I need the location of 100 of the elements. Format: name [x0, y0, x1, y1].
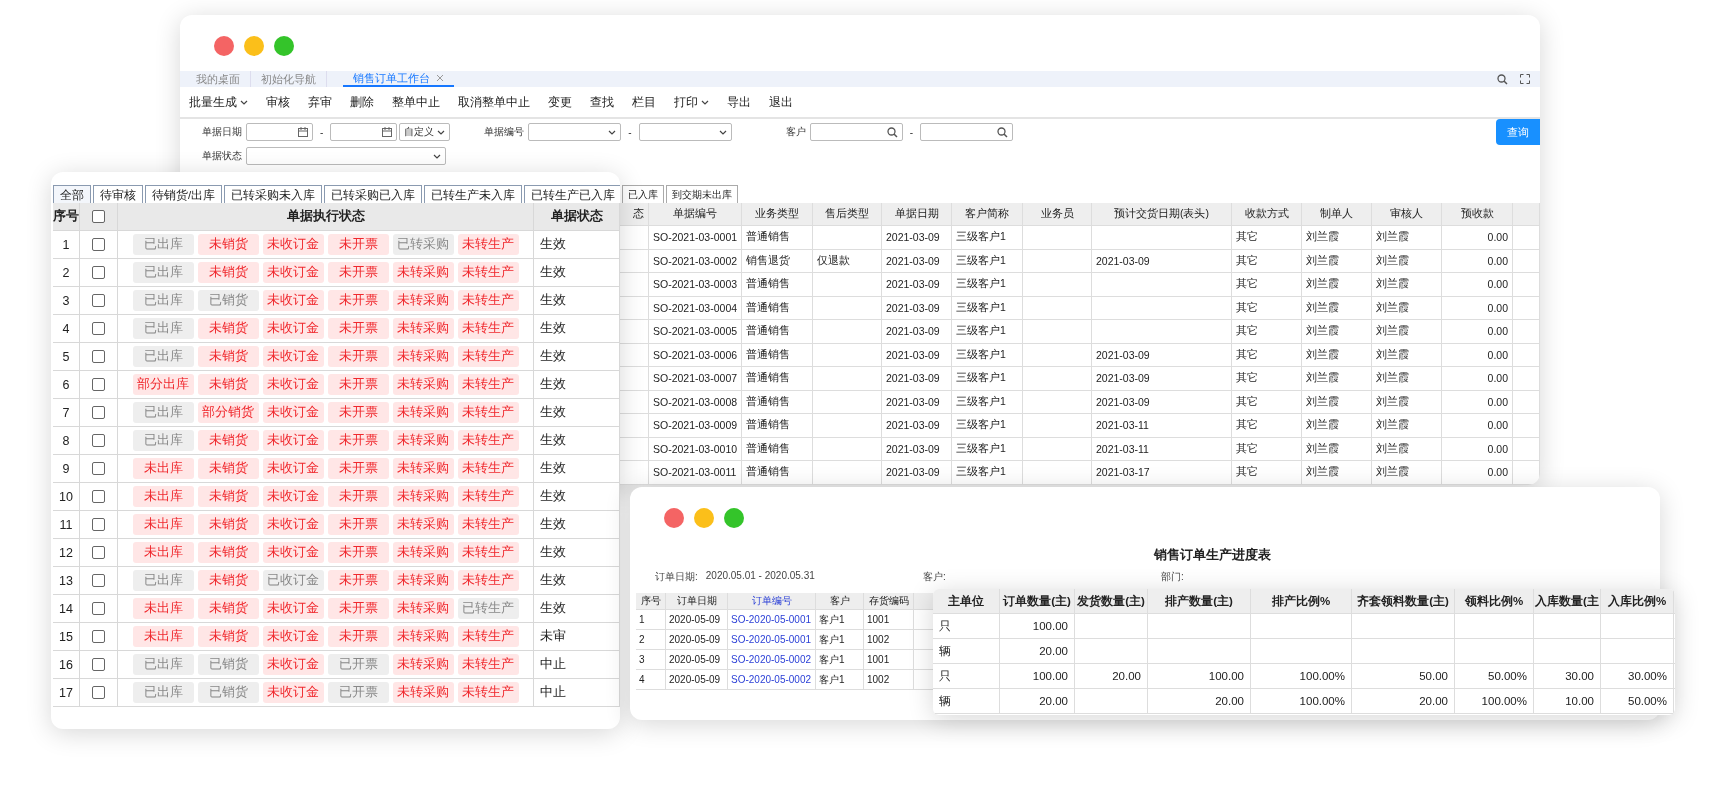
select-field[interactable]: 自定义 — [399, 123, 451, 141]
column-header: 入库数量(主 — [1534, 589, 1601, 614]
toolbar-button[interactable]: 查找 — [583, 91, 621, 113]
table-cell: 客户1 — [816, 670, 864, 690]
empty-cell — [1023, 367, 1092, 391]
checkbox[interactable] — [92, 434, 105, 447]
order-link[interactable]: SO-2020-05-0002 — [728, 670, 816, 690]
tab[interactable]: 销售订单工作台 — [343, 71, 454, 87]
status-tag: 未销货 — [197, 430, 259, 451]
status-tag: 未收订金 — [262, 290, 324, 311]
order-link[interactable]: SO-2020-05-0002 — [728, 650, 816, 670]
search-field[interactable] — [809, 123, 903, 141]
status-tag: 未销货 — [197, 514, 259, 535]
checkbox[interactable] — [92, 686, 105, 699]
toolbar-button[interactable]: 批量生成 — [182, 91, 255, 113]
checkbox[interactable] — [92, 378, 105, 391]
toolbar-button[interactable]: 变更 — [541, 91, 579, 113]
table-cell: 2021-03-09 — [882, 390, 952, 414]
order-link[interactable]: SO-2020-05-0001 — [728, 610, 816, 630]
empty-cell — [813, 343, 882, 367]
tab[interactable]: 已入库 — [622, 185, 664, 203]
window-control-dot[interactable] — [244, 36, 264, 56]
checkbox[interactable] — [92, 630, 105, 643]
tab[interactable]: 已转采购已入库 — [324, 185, 423, 203]
calendar-icon — [382, 127, 393, 137]
toolbar-button[interactable]: 退出 — [762, 91, 800, 113]
toolbar-button[interactable]: 取消整单中止 — [451, 91, 537, 113]
toolbar-button[interactable]: 审核 — [259, 91, 297, 113]
table-cell: 三级客户1 — [952, 367, 1023, 391]
window-control-dot[interactable] — [664, 508, 684, 528]
filter-label: 订单日期: — [655, 570, 698, 584]
table-cell: 刘兰霞 — [1372, 320, 1442, 344]
table-cell: 客户1 — [816, 650, 864, 670]
toolbar-button[interactable]: 整单中止 — [385, 91, 447, 113]
empty-cell — [1023, 414, 1092, 438]
tab[interactable]: 已转采购未入库 — [224, 185, 323, 203]
tab[interactable]: 已转生产已入库 — [524, 185, 620, 203]
checkbox[interactable] — [92, 238, 105, 251]
close-icon[interactable] — [436, 74, 444, 82]
toolbar-button[interactable]: 打印 — [667, 91, 716, 113]
order-link[interactable]: SO-2020-05-0001 — [728, 630, 816, 650]
table-cell: 2021-03-09 — [882, 437, 952, 461]
search-icon[interactable] — [1497, 73, 1508, 85]
checkbox[interactable] — [92, 462, 105, 475]
fullscreen-icon[interactable] — [1520, 74, 1530, 84]
checkbox[interactable] — [92, 406, 105, 419]
chevron-icon — [608, 129, 617, 135]
checkbox[interactable] — [92, 490, 105, 503]
column-header: 业务员 — [1023, 203, 1092, 226]
tab[interactable]: 待审核 — [93, 185, 143, 203]
date-field[interactable] — [246, 123, 313, 141]
status-tag: 已开票 — [327, 682, 389, 703]
toolbar-button[interactable]: 弃审 — [301, 91, 339, 113]
checkbox[interactable] — [92, 658, 105, 671]
toolbar-button[interactable]: 导出 — [720, 91, 758, 113]
tab[interactable]: 已转生产未入库 — [424, 185, 523, 203]
checkbox[interactable] — [92, 574, 105, 587]
tab[interactable]: 全部 — [53, 185, 91, 203]
status-tag: 已出库 — [132, 682, 194, 703]
table-cell: 生效 — [534, 483, 620, 511]
table-cell: 只 — [933, 614, 1000, 639]
table-cell: 普通销售 — [742, 320, 813, 344]
calendar-icon — [298, 127, 308, 137]
select-field[interactable] — [246, 147, 446, 165]
search-field[interactable] — [920, 123, 1014, 141]
date-field[interactable] — [330, 123, 398, 141]
checkbox[interactable] — [92, 518, 105, 531]
select-field[interactable] — [528, 123, 622, 141]
checkbox[interactable] — [92, 210, 105, 223]
table-cell: 2020-05-09 — [666, 630, 728, 650]
window-control-dot[interactable] — [724, 508, 744, 528]
status-tag: 未出库 — [132, 626, 194, 647]
toolbar-button[interactable]: 栏目 — [625, 91, 663, 113]
checkbox[interactable] — [92, 266, 105, 279]
checkbox[interactable] — [92, 322, 105, 335]
table-cell: SO-2021-03-0010 — [649, 437, 742, 461]
empty-cell — [1023, 249, 1092, 273]
status-tag: 未转生产 — [457, 430, 519, 451]
column-header: 态 — [620, 203, 649, 226]
select-field[interactable] — [638, 123, 732, 141]
table-cell: 2021-03-09 — [882, 461, 952, 485]
tab[interactable]: 待销货/出库 — [145, 185, 223, 203]
window-control-dot[interactable] — [214, 36, 234, 56]
status-tag: 未开票 — [327, 318, 389, 339]
table-cell: 生效 — [534, 567, 620, 595]
toolbar-button[interactable]: 删除 — [343, 91, 381, 113]
column-header: 收款方式 — [1232, 203, 1302, 226]
status-tag: 未开票 — [327, 626, 389, 647]
window-control-dot[interactable] — [694, 508, 714, 528]
checkbox[interactable] — [92, 602, 105, 615]
column-header: 排产数量(主) — [1148, 589, 1251, 614]
table-cell: 刘兰霞 — [1302, 273, 1372, 297]
table-cell: 其它 — [1232, 414, 1302, 438]
window-control-dot[interactable] — [274, 36, 294, 56]
checkbox[interactable] — [92, 294, 105, 307]
table-cell: 普通销售 — [742, 390, 813, 414]
tab[interactable]: 到交期未出库 — [666, 185, 738, 203]
checkbox[interactable] — [92, 546, 105, 559]
checkbox[interactable] — [92, 350, 105, 363]
status-tag: 未开票 — [327, 486, 389, 507]
